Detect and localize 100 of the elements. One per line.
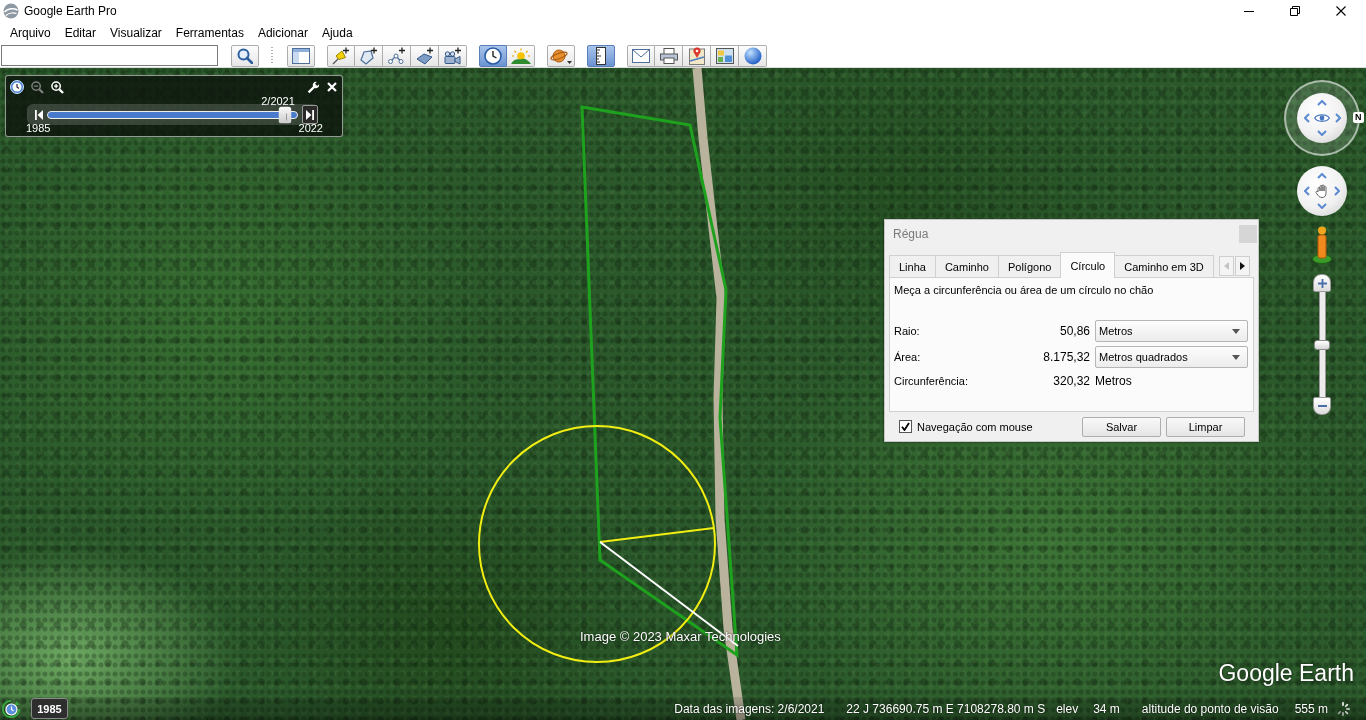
description-text: Meça a circunferência ou área de um círculo no chão — [894, 283, 1155, 297]
menu-item[interactable]: Ajuda — [314, 24, 360, 42]
caret-down-icon — [1232, 354, 1240, 360]
checkbox[interactable] — [899, 420, 912, 433]
measure-value: 50,86 — [1059, 324, 1090, 338]
zoom-in-button[interactable] — [1313, 274, 1331, 292]
sunlight-button[interactable] — [507, 44, 535, 67]
checkmark-icon — [901, 422, 910, 431]
tour-button[interactable] — [439, 44, 467, 67]
scroll-right-button[interactable] — [1234, 256, 1250, 276]
path-button[interactable] — [383, 44, 411, 67]
globe-button[interactable] — [739, 44, 767, 67]
polygon-icon — [359, 46, 378, 65]
time-slider-thumb[interactable] — [278, 106, 292, 123]
search-button[interactable] — [231, 44, 259, 67]
unit-dropdown[interactable]: Metros — [1095, 320, 1248, 342]
clear-button[interactable]: Limpar — [1166, 416, 1245, 437]
spinner-icon — [1336, 701, 1350, 716]
save-image-button[interactable] — [711, 44, 739, 67]
panel-icon — [292, 47, 310, 64]
minimize-icon — [1244, 10, 1254, 12]
ruler-button[interactable] — [587, 44, 615, 67]
year-button[interactable]: 1985 — [31, 698, 68, 719]
print-button[interactable] — [655, 44, 683, 67]
checkbox-label[interactable]: Navegação com mouse — [917, 420, 1033, 433]
elevation-label: elev — [1056, 701, 1079, 716]
unit-dropdown[interactable]: Metros quadrados — [1095, 346, 1248, 368]
eye-altitude-label: altitude do ponto de visão — [1141, 701, 1279, 716]
pushpin-icon — [332, 46, 350, 65]
measure-label: Raio: — [894, 325, 921, 337]
person-icon[interactable] — [1312, 226, 1332, 264]
triangle-left-icon — [1223, 262, 1229, 270]
caret-down-icon — [1232, 328, 1240, 334]
printer-icon — [659, 47, 678, 64]
chevron-up-icon[interactable] — [1317, 172, 1327, 179]
start-year-label: 1985 — [26, 122, 51, 134]
menu-item[interactable]: Arquivo — [3, 24, 58, 42]
picture-icon — [715, 47, 734, 64]
search-field[interactable] — [1, 45, 218, 66]
menu-item[interactable]: Ferramentas — [168, 24, 251, 42]
measure-label: Área: — [894, 351, 922, 363]
coordinates-text: 22 J 736690.75 m E 7108278.80 m S — [846, 701, 1046, 716]
chevron-left-icon[interactable] — [1303, 113, 1310, 123]
measure-value: 320,32 — [1053, 374, 1090, 388]
satellite-image[interactable] — [0, 68, 1366, 720]
maps-view-button[interactable] — [683, 44, 711, 67]
clock-icon — [484, 46, 502, 65]
logo-text: Google Earth — [1218, 660, 1354, 687]
chevron-right-icon[interactable] — [1334, 186, 1341, 196]
chevron-right-icon[interactable] — [1334, 113, 1341, 123]
restore-icon — [1290, 6, 1300, 16]
tab[interactable]: Linha — [889, 255, 936, 277]
chevron-up-icon[interactable] — [1317, 99, 1327, 106]
look-control[interactable] — [1284, 80, 1360, 156]
move-control[interactable] — [1297, 166, 1347, 216]
hand-icon — [1315, 184, 1329, 198]
tab[interactable]: Círculo — [1060, 252, 1116, 278]
planets-button[interactable] — [547, 44, 575, 67]
imagery-date: Data das imagens: 2/6/2021 — [674, 701, 825, 716]
tab[interactable]: Caminho em 3D — [1114, 255, 1214, 277]
measure-label: Circunferência: — [894, 375, 969, 387]
end-year-label: 2022 — [298, 122, 323, 134]
envelope-icon — [632, 48, 650, 63]
menu-item[interactable]: Visualizar — [103, 24, 169, 42]
skip-end-icon — [306, 109, 314, 120]
window-title: Google Earth Pro — [24, 4, 117, 18]
overlay-button[interactable] — [411, 44, 439, 67]
close-icon — [1336, 6, 1346, 16]
camera-icon — [443, 46, 462, 65]
zoom-slider-thumb[interactable] — [1314, 339, 1330, 350]
sidebar-button[interactable] — [287, 44, 315, 67]
menu-item[interactable]: Editar — [57, 24, 104, 42]
plus-icon — [1317, 278, 1327, 288]
measure-value: 8.175,32 — [1043, 350, 1090, 364]
menu-item[interactable]: Adicionar — [250, 24, 315, 42]
clock-icon[interactable] — [2, 699, 20, 718]
wrench-icon[interactable] — [307, 80, 320, 94]
zoom-in-icon[interactable] — [51, 80, 64, 94]
eye-icon — [1314, 113, 1330, 123]
email-button[interactable] — [627, 44, 655, 67]
skip-end-button[interactable] — [302, 105, 318, 124]
polygon-button[interactable] — [355, 44, 383, 67]
skip-start-icon[interactable] — [35, 109, 43, 120]
path-icon — [387, 46, 406, 65]
placemark-button[interactable] — [327, 44, 355, 67]
close-icon[interactable] — [327, 82, 337, 92]
chevron-down-icon[interactable] — [1317, 203, 1327, 210]
eye-altitude-value: 555 m — [1294, 701, 1328, 716]
globe-icon — [743, 46, 762, 65]
save-button[interactable]: Salvar — [1082, 416, 1161, 437]
planet-icon — [550, 46, 572, 65]
zoom-out-button[interactable] — [1313, 397, 1331, 415]
image-overlay-icon — [415, 46, 434, 65]
date-label: 2/2021 — [261, 95, 295, 107]
chevron-down-icon[interactable] — [1317, 130, 1327, 137]
history-button[interactable] — [479, 44, 507, 67]
north-label[interactable]: N — [1353, 112, 1364, 123]
dialog-title: Régua — [893, 227, 929, 241]
app-icon — [3, 3, 19, 19]
chevron-left-icon[interactable] — [1303, 186, 1310, 196]
